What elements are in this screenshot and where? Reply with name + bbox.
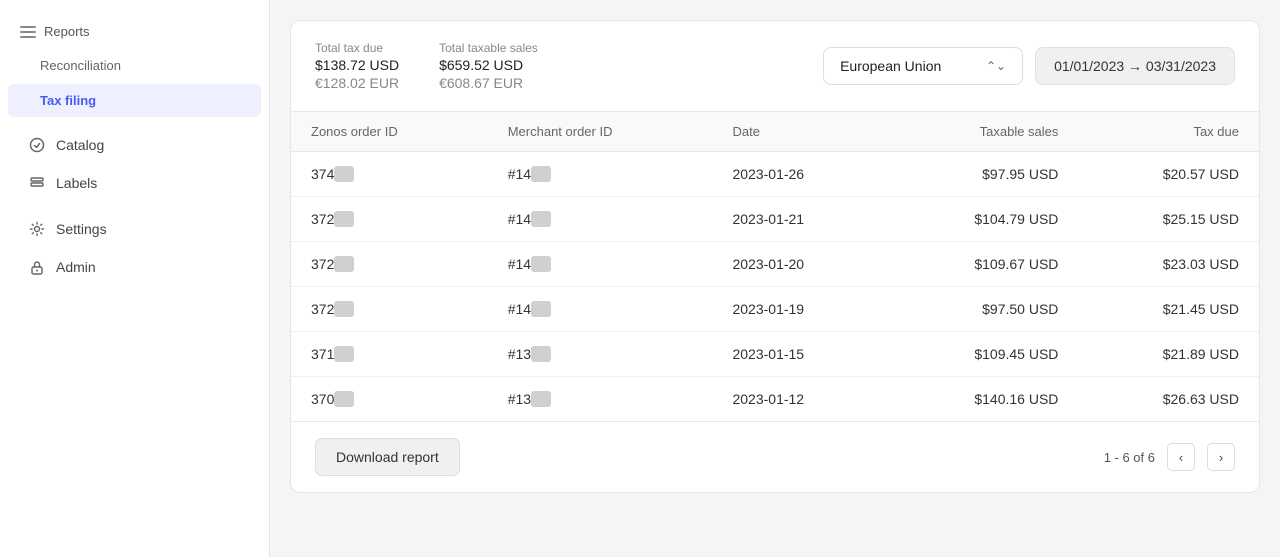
cell-date: 2023-01-21 (712, 197, 885, 242)
col-merchant-order-id: Merchant order ID (488, 112, 713, 152)
admin-label: Admin (56, 259, 96, 275)
table-row: 370 #13 2023-01-12 $140.16 USD $26.63 US… (291, 377, 1259, 422)
table-body: 374 #14 2023-01-26 $97.95 USD $20.57 USD… (291, 152, 1259, 422)
sidebar-item-labels[interactable]: Labels (8, 165, 261, 201)
cell-merchant-id: #14 (488, 242, 713, 287)
total-tax-due-eur: €128.02 EUR (315, 75, 399, 91)
total-taxable-sales-eur: €608.67 EUR (439, 75, 538, 91)
cell-merchant-id: #13 (488, 332, 713, 377)
download-report-button[interactable]: Download report (315, 438, 460, 476)
cell-zonos-id: 374 (291, 152, 488, 197)
reports-icon (20, 26, 36, 38)
region-value: European Union (840, 58, 941, 74)
cell-merchant-id: #14 (488, 287, 713, 332)
sidebar-item-settings[interactable]: Settings (8, 211, 261, 247)
date-range-text: 01/01/2023 → 03/31/2023 (1054, 58, 1216, 74)
cell-tax-due: $21.89 USD (1078, 332, 1259, 377)
catalog-icon (28, 136, 46, 154)
cell-date: 2023-01-26 (712, 152, 885, 197)
total-taxable-sales: Total taxable sales $659.52 USD €608.67 … (439, 41, 538, 91)
cell-zonos-id: 371 (291, 332, 488, 377)
cell-zonos-id: 370 (291, 377, 488, 422)
labels-label: Labels (56, 175, 97, 191)
region-selector[interactable]: European Union ⌃⌄ (823, 47, 1023, 85)
cell-merchant-id: #14 (488, 152, 713, 197)
sidebar-item-admin[interactable]: Admin (8, 249, 261, 285)
chevron-updown-icon: ⌃⌄ (986, 59, 1006, 73)
cell-tax-due: $23.03 USD (1078, 242, 1259, 287)
summary-controls: European Union ⌃⌄ 01/01/2023 → 03/31/202… (823, 47, 1235, 85)
settings-icon (28, 220, 46, 238)
reconciliation-label: Reconciliation (40, 58, 121, 73)
prev-page-button[interactable]: ‹ (1167, 443, 1195, 471)
col-tax-due: Tax due (1078, 112, 1259, 152)
total-taxable-sales-usd: $659.52 USD (439, 57, 538, 73)
orders-table-wrap: Zonos order ID Merchant order ID Date Ta… (291, 112, 1259, 421)
col-date: Date (712, 112, 885, 152)
cell-zonos-id: 372 (291, 197, 488, 242)
tax-filing-card: Total tax due $138.72 USD €128.02 EUR To… (290, 20, 1260, 493)
reports-label: Reports (44, 24, 90, 39)
next-page-button[interactable]: › (1207, 443, 1235, 471)
settings-label: Settings (56, 221, 107, 237)
cell-zonos-id: 372 (291, 242, 488, 287)
cell-zonos-id: 372 (291, 287, 488, 332)
orders-table: Zonos order ID Merchant order ID Date Ta… (291, 112, 1259, 421)
cell-taxable-sales: $104.79 USD (886, 197, 1079, 242)
cell-tax-due: $20.57 USD (1078, 152, 1259, 197)
table-header: Zonos order ID Merchant order ID Date Ta… (291, 112, 1259, 152)
cell-date: 2023-01-12 (712, 377, 885, 422)
cell-taxable-sales: $109.67 USD (886, 242, 1079, 287)
cell-date: 2023-01-20 (712, 242, 885, 287)
main-content: Total tax due $138.72 USD €128.02 EUR To… (270, 0, 1280, 557)
cell-merchant-id: #13 (488, 377, 713, 422)
col-taxable-sales: Taxable sales (886, 112, 1079, 152)
table-row: 372 #14 2023-01-21 $104.79 USD $25.15 US… (291, 197, 1259, 242)
sidebar-reports-header: Reports (0, 16, 269, 47)
summary-bar: Total tax due $138.72 USD €128.02 EUR To… (291, 21, 1259, 112)
cell-tax-due: $21.45 USD (1078, 287, 1259, 332)
cell-tax-due: $26.63 USD (1078, 377, 1259, 422)
total-tax-due-usd: $138.72 USD (315, 57, 399, 73)
cell-tax-due: $25.15 USD (1078, 197, 1259, 242)
catalog-label: Catalog (56, 137, 104, 153)
cell-taxable-sales: $140.16 USD (886, 377, 1079, 422)
table-footer: Download report 1 - 6 of 6 ‹ › (291, 421, 1259, 492)
cell-date: 2023-01-19 (712, 287, 885, 332)
pagination-text: 1 - 6 of 6 (1104, 450, 1155, 465)
table-row: 372 #14 2023-01-20 $109.67 USD $23.03 US… (291, 242, 1259, 287)
cell-date: 2023-01-15 (712, 332, 885, 377)
sidebar-item-reconciliation[interactable]: Reconciliation (8, 49, 261, 82)
total-taxable-sales-label: Total taxable sales (439, 41, 538, 55)
col-zonos-order-id: Zonos order ID (291, 112, 488, 152)
table-row: 371 #13 2023-01-15 $109.45 USD $21.89 US… (291, 332, 1259, 377)
total-tax-due-label: Total tax due (315, 41, 399, 55)
cell-merchant-id: #14 (488, 197, 713, 242)
table-row: 372 #14 2023-01-19 $97.50 USD $21.45 USD (291, 287, 1259, 332)
labels-icon (28, 174, 46, 192)
tax-filing-label: Tax filing (40, 93, 96, 108)
date-range-display: 01/01/2023 → 03/31/2023 (1035, 47, 1235, 85)
total-tax-due: Total tax due $138.72 USD €128.02 EUR (315, 41, 399, 91)
table-row: 374 #14 2023-01-26 $97.95 USD $20.57 USD (291, 152, 1259, 197)
pagination: 1 - 6 of 6 ‹ › (1104, 443, 1235, 471)
admin-icon (28, 258, 46, 276)
cell-taxable-sales: $97.95 USD (886, 152, 1079, 197)
sidebar-item-tax-filing[interactable]: Tax filing (8, 84, 261, 117)
cell-taxable-sales: $97.50 USD (886, 287, 1079, 332)
sidebar-item-catalog[interactable]: Catalog (8, 127, 261, 163)
sidebar: Reports Reconciliation Tax filing Catalo… (0, 0, 270, 557)
cell-taxable-sales: $109.45 USD (886, 332, 1079, 377)
